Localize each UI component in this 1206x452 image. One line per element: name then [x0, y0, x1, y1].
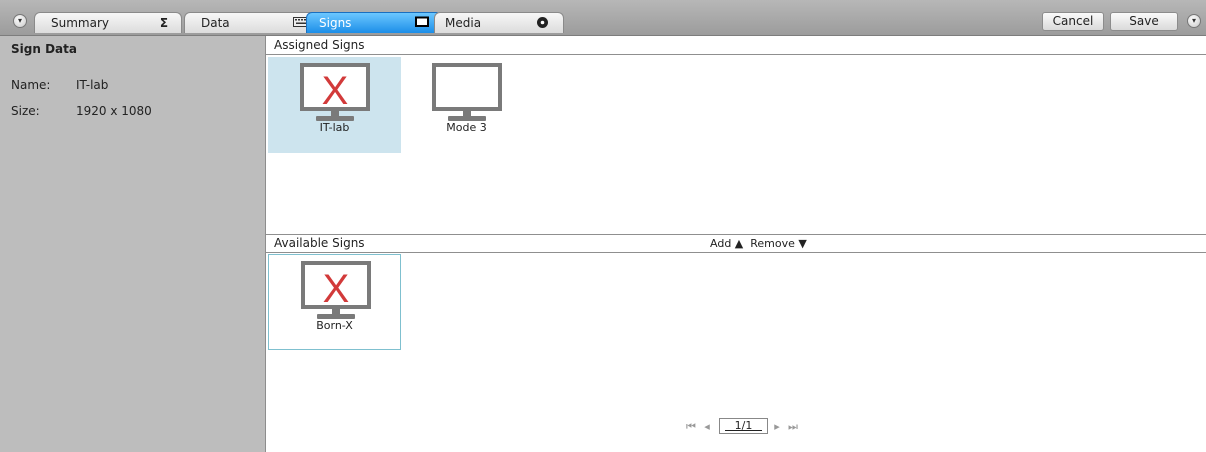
sign-name: Mode 3 [446, 121, 487, 134]
sign-tile-mode-3[interactable]: Mode 3 [400, 57, 533, 153]
tab-media-label: Media [445, 16, 482, 30]
monitor-icon [432, 63, 502, 121]
add-remove-controls: Add ▲ Remove ▼ [710, 237, 807, 250]
arrow-up-icon: ▲ [734, 237, 744, 250]
arrow-down-icon: ▼ [798, 237, 807, 250]
available-signs-title: Available Signs [274, 236, 365, 250]
panel-title: Sign Data [11, 42, 77, 56]
collapse-menu-icon[interactable]: ▾ [13, 14, 27, 28]
size-row: Size: 1920 x 1080 [11, 104, 152, 118]
sigma-icon: Σ [159, 16, 169, 30]
tab-data[interactable]: Data [184, 12, 322, 33]
first-page-icon[interactable]: ⏮ [686, 420, 696, 434]
disc-icon [535, 16, 549, 30]
tab-summary[interactable]: Summary Σ [34, 12, 182, 33]
size-label: Size: [11, 104, 40, 118]
name-value: IT-lab [76, 78, 109, 92]
sign-data-panel: Sign Data Name: IT-lab Size: 1920 x 1080 [0, 36, 266, 452]
name-label: Name: [11, 78, 51, 92]
tab-bar: ▾ Summary Σ Data Signs Media Cancel Save… [0, 0, 1206, 36]
tab-media[interactable]: Media [434, 12, 564, 33]
cancel-button[interactable]: Cancel [1042, 12, 1104, 31]
sign-name: IT-lab [319, 121, 350, 134]
svg-text:X: X [322, 69, 349, 113]
svg-text:X: X [323, 267, 350, 311]
tab-signs[interactable]: Signs [306, 12, 442, 33]
remove-label: Remove [750, 237, 795, 250]
add-label: Add [710, 237, 732, 250]
prev-page-icon[interactable]: ◂ [702, 420, 712, 433]
size-value: 1920 x 1080 [76, 104, 152, 118]
tab-signs-label: Signs [319, 16, 352, 30]
sign-tile-it-lab[interactable]: X IT-lab [268, 57, 401, 153]
screen-icon [415, 16, 429, 30]
remove-button[interactable]: Remove ▼ [750, 237, 807, 250]
sign-name: Born-X [316, 319, 353, 332]
assigned-signs-header: Assigned Signs [266, 37, 1206, 55]
last-page-icon[interactable]: ⏭ [788, 420, 798, 434]
tab-data-label: Data [201, 16, 230, 30]
keyboard-icon [293, 16, 309, 30]
assigned-signs-title: Assigned Signs [274, 38, 365, 52]
next-page-icon[interactable]: ▸ [772, 420, 782, 433]
save-button[interactable]: Save [1110, 12, 1178, 31]
page-input[interactable]: 1/1 [719, 418, 768, 434]
monitor-error-icon: X [301, 261, 371, 319]
add-button[interactable]: Add ▲ [710, 237, 743, 250]
monitor-error-icon: X [300, 63, 370, 121]
sign-tile-born-x[interactable]: X Born-X [268, 254, 401, 350]
tab-summary-label: Summary [51, 16, 109, 30]
name-row: Name: IT-lab [11, 78, 108, 92]
underline [725, 430, 762, 431]
options-menu-icon[interactable]: ▾ [1187, 14, 1201, 28]
